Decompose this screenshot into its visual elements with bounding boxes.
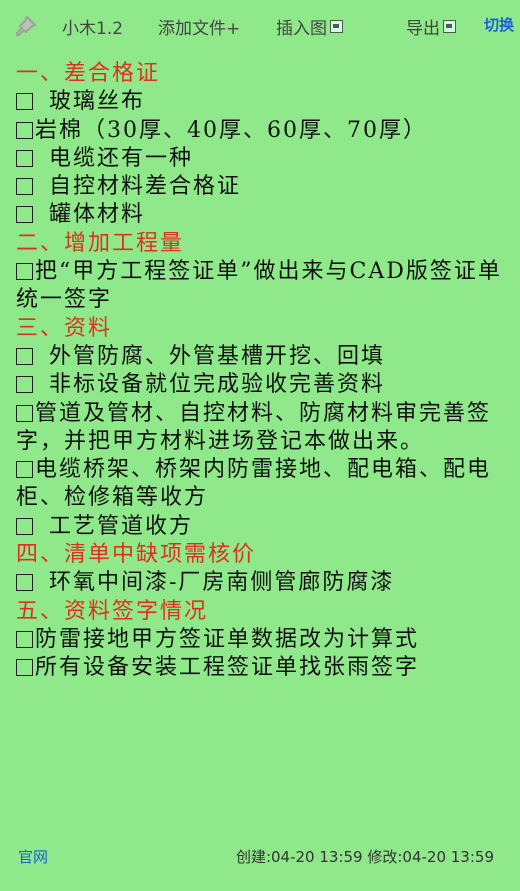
section-heading: 三、资料 xyxy=(16,315,113,341)
insert-image-button[interactable]: 插入图 xyxy=(276,14,343,39)
checkbox[interactable] xyxy=(16,121,33,139)
checklist-item: 管道及管材、自控材料、防腐材料审完善签字，并把甲方材料进场登记本做出来。 xyxy=(16,400,506,457)
checkbox[interactable] xyxy=(16,178,33,196)
checklist-item: 电缆桥架、桥架内防雷接地、配电箱、配电柜、检修箱等收方 xyxy=(16,456,506,513)
checklist-item: 罐体材料 xyxy=(16,201,506,229)
checklist-item-text: 玻璃丝布 xyxy=(49,89,146,115)
document-icon xyxy=(443,20,456,33)
checkbox[interactable] xyxy=(16,461,33,479)
section-heading: 四、清单中缺项需核价 xyxy=(16,542,257,568)
checklist-item: 外管防腐、外管基槽开挖、回填 xyxy=(16,343,506,371)
section-heading: 二、增加工程量 xyxy=(16,230,185,256)
image-icon xyxy=(330,20,343,33)
checkbox[interactable] xyxy=(16,517,33,535)
checklist-item-text: 岩棉（30厚、40厚、60厚、70厚） xyxy=(35,117,427,143)
checkbox[interactable] xyxy=(16,347,33,365)
checklist-item-text: 外管防腐、外管基槽开挖、回填 xyxy=(49,343,386,369)
checklist-item: 岩棉（30厚、40厚、60厚、70厚） xyxy=(16,117,506,145)
export-button[interactable]: 导出 xyxy=(406,14,456,39)
checklist-item: 把“甲方工程签证单”做出来与CAD版签证单统一签字 xyxy=(16,258,506,315)
toolbar: 小木1.2 添加文件+ 插入图 导出 切换 xyxy=(0,0,520,52)
checkbox[interactable] xyxy=(16,206,33,224)
checkbox[interactable] xyxy=(16,93,33,111)
checklist-item: 电缆还有一种 xyxy=(16,145,506,173)
checklist-item-text: 所有设备安装工程签证单找张雨签字 xyxy=(35,655,420,681)
pin-icon[interactable] xyxy=(12,14,38,40)
checklist-item: 工艺管道收方 xyxy=(16,513,506,541)
checkbox[interactable] xyxy=(16,659,33,677)
app-title: 小木1.2 xyxy=(62,19,124,39)
export-label: 导出 xyxy=(406,19,440,39)
checklist-item: 环氧中间漆-厂房南侧管廊防腐漆 xyxy=(16,569,506,597)
checklist-item-text: 把“甲方工程签证单”做出来与CAD版签证单统一签字 xyxy=(16,259,502,313)
checklist-item-text: 管道及管材、自控材料、防腐材料审完善签字，并把甲方材料进场登记本做出来。 xyxy=(16,400,492,454)
checklist-item-text: 自控材料差合格证 xyxy=(49,174,242,200)
checklist-item: 玻璃丝布 xyxy=(16,88,506,116)
timestamp-info: 创建:04-20 13:59 修改:04-20 13:59 xyxy=(235,848,494,866)
section-heading: 一、差合格证 xyxy=(16,61,161,86)
checkbox[interactable] xyxy=(16,404,33,422)
insert-image-label: 插入图 xyxy=(276,19,327,39)
checkbox[interactable] xyxy=(16,630,33,648)
checklist-item: 非标设备就位完成验收完善资料 xyxy=(16,371,506,399)
checkbox[interactable] xyxy=(16,376,33,394)
section-heading: 五、资料签字情况 xyxy=(16,598,209,624)
website-link[interactable]: 官网 xyxy=(18,846,48,867)
checklist-item: 所有设备安装工程签证单找张雨签字 xyxy=(16,654,506,682)
note-content[interactable]: 一、差合格证玻璃丝布 岩棉（30厚、40厚、60厚、70厚） 电缆还有一种自控材料差… xyxy=(16,60,506,683)
checklist-item-text: 工艺管道收方 xyxy=(49,513,194,539)
checklist-item-text: 环氧中间漆-厂房南侧管廊防腐漆 xyxy=(49,570,395,596)
checklist-item-text: 电缆桥架、桥架内防雷接地、配电箱、配电柜、检修箱等收方 xyxy=(16,457,492,511)
checklist-item-text: 防雷接地甲方签证单数据改为计算式 xyxy=(35,626,420,652)
add-file-button[interactable]: 添加文件+ xyxy=(158,14,240,39)
switch-mode-button[interactable]: 切换 xyxy=(484,14,514,35)
note-window: 小木1.2 添加文件+ 插入图 导出 切换 一、差合格证玻璃丝布 岩棉（30厚、4… xyxy=(0,0,520,891)
checkbox[interactable] xyxy=(16,263,33,281)
checklist-item: 防雷接地甲方签证单数据改为计算式 xyxy=(16,626,506,654)
checkbox[interactable] xyxy=(16,149,33,167)
checkbox[interactable] xyxy=(16,574,33,592)
checklist-item-text: 电缆还有一种 xyxy=(49,145,194,171)
checklist-item: 自控材料差合格证 xyxy=(16,173,506,201)
checklist-item-text: 罐体材料 xyxy=(49,202,146,228)
checklist-item-text: 非标设备就位完成验收完善资料 xyxy=(49,372,386,398)
